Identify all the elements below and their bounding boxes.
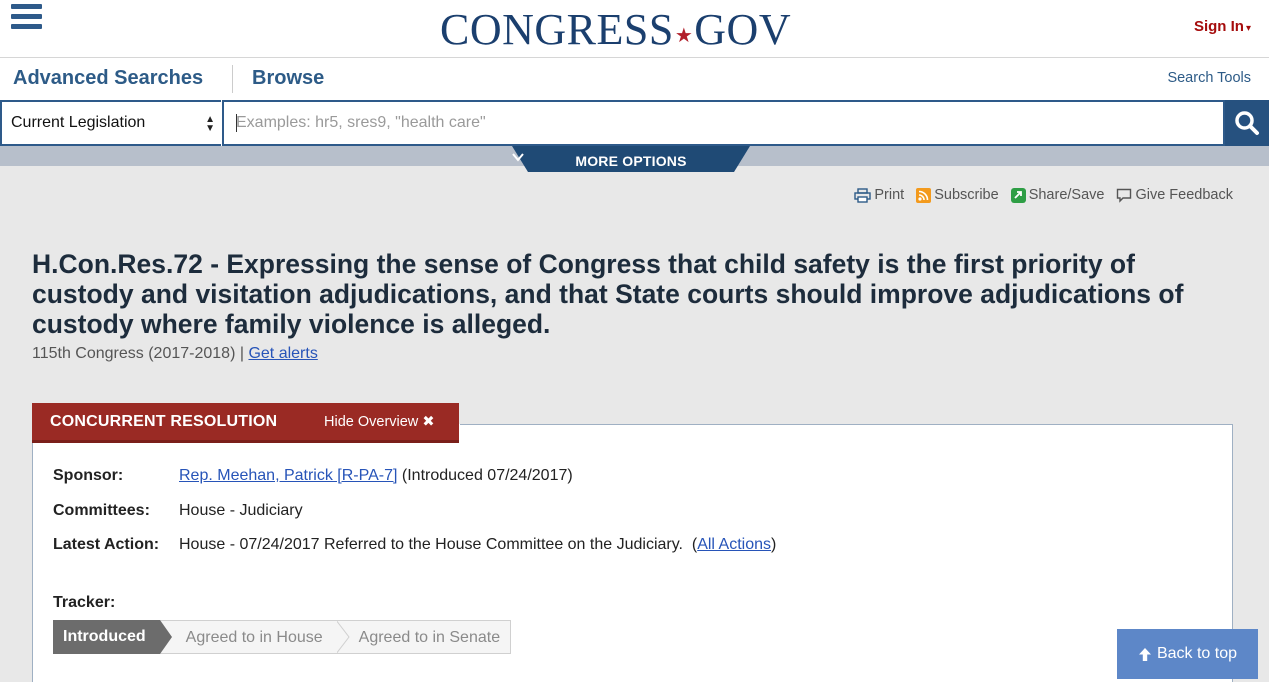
- tracker-step-agreed-senate: Agreed to in Senate: [336, 620, 512, 654]
- more-options-button[interactable]: MORE OPTIONS: [512, 146, 750, 172]
- committees-label: Committees:: [53, 502, 150, 519]
- nav-advanced-searches[interactable]: Advanced Searches: [13, 67, 203, 90]
- logo-suffix-text: GOV: [694, 5, 792, 54]
- search-tools-link[interactable]: Search Tools: [1167, 70, 1251, 86]
- rss-icon: [916, 187, 932, 203]
- search-scope-value: Current Legislation: [11, 114, 146, 131]
- hide-overview-label: Hide Overview: [324, 414, 419, 430]
- chevron-down-icon: [512, 153, 524, 162]
- congress-label: 115th Congress (2017-2018): [32, 345, 236, 362]
- sponsor-introduced: (Introduced 07/24/2017): [401, 467, 573, 484]
- latest-action-label: Latest Action:: [53, 536, 160, 553]
- tracker-arrow: [159, 620, 172, 654]
- text-cursor: [236, 114, 237, 132]
- tracker-step-introduced: Introduced: [53, 620, 172, 654]
- search-scope-select[interactable]: Current Legislation ▲ ▼: [0, 100, 221, 146]
- subscribe-button[interactable]: Subscribe: [916, 187, 999, 203]
- legislation-type: CONCURRENT RESOLUTION: [50, 413, 278, 430]
- committees-value: House - Judiciary: [179, 502, 303, 519]
- select-arrows-icon: ▲ ▼: [205, 114, 215, 134]
- give-feedback-button[interactable]: Give Feedback: [1116, 187, 1233, 203]
- congress-session: 115th Congress (2017-2018) | Get alerts: [32, 345, 318, 363]
- tracker-step-label: Agreed to in House: [185, 629, 323, 646]
- sponsor-label: Sponsor:: [53, 467, 124, 484]
- search-input[interactable]: [222, 100, 1225, 146]
- caret-down-icon: ▾: [1245, 23, 1251, 34]
- nav-browse[interactable]: Browse: [252, 67, 324, 90]
- site-header: CONGRESS★GOV Sign In ▾: [0, 0, 1269, 58]
- share-save-button[interactable]: Share/Save: [1010, 187, 1105, 203]
- overview-top-border: [460, 424, 1232, 425]
- share-save-label: Share/Save: [1028, 187, 1105, 203]
- search-bar: Current Legislation ▲ ▼: [0, 100, 1269, 146]
- tracker-label: Tracker:: [53, 594, 116, 611]
- latest-action-text: House - 07/24/2017 Referred to the House…: [179, 536, 683, 553]
- search-icon: [1235, 111, 1259, 135]
- all-actions-link[interactable]: All Actions: [697, 536, 771, 553]
- give-feedback-label: Give Feedback: [1135, 187, 1233, 203]
- close-icon: ✖: [422, 414, 435, 430]
- latest-action-value: House - 07/24/2017 Referred to the House…: [179, 536, 776, 554]
- all-actions-paren-close: ): [771, 536, 777, 553]
- sign-in-button[interactable]: Sign In ▾: [1194, 18, 1251, 35]
- tracker-step-agreed-house: Agreed to in House: [159, 620, 350, 654]
- site-logo[interactable]: CONGRESS★GOV: [440, 4, 791, 55]
- congress-separator: |: [239, 345, 244, 362]
- tracker-step-label: Introduced: [63, 628, 146, 645]
- back-to-top-button[interactable]: Back to top: [1117, 629, 1258, 679]
- printer-icon: [854, 187, 872, 203]
- hide-overview-button[interactable]: Hide Overview ✖: [324, 414, 434, 430]
- search-button[interactable]: [1225, 100, 1269, 146]
- overview-tab: CONCURRENT RESOLUTION Hide Overview ✖: [32, 403, 459, 443]
- page-tools: Print Subscribe Share/Save Give Feedback: [854, 187, 1233, 203]
- overview-panel: Sponsor: Rep. Meehan, Patrick [R-PA-7] (…: [32, 424, 1233, 682]
- sponsor-value: Rep. Meehan, Patrick [R-PA-7] (Introduce…: [179, 467, 573, 485]
- get-alerts-link[interactable]: Get alerts: [248, 345, 317, 362]
- logo-main-text: CONGRESS: [440, 5, 674, 54]
- print-button[interactable]: Print: [854, 187, 904, 203]
- sponsor-link[interactable]: Rep. Meehan, Patrick [R-PA-7]: [179, 467, 397, 484]
- tracker-arrow: [335, 620, 350, 654]
- nav-divider: [232, 65, 233, 93]
- subscribe-label: Subscribe: [934, 187, 999, 203]
- speech-bubble-icon: [1117, 188, 1132, 203]
- back-to-top-label: Back to top: [1156, 645, 1238, 662]
- logo-star-icon: ★: [674, 25, 694, 47]
- menu-icon[interactable]: [11, 4, 42, 30]
- arrow-up-icon: [1138, 647, 1151, 661]
- more-options-label: MORE OPTIONS: [575, 153, 687, 169]
- status-tracker: Introduced Agreed to in House Agreed to …: [53, 620, 512, 654]
- tracker-step-label: Agreed to in Senate: [358, 629, 501, 646]
- page-title: H.Con.Res.72 - Expressing the sense of C…: [32, 249, 1184, 339]
- sign-in-label: Sign In: [1193, 18, 1244, 35]
- main-nav: Advanced Searches Browse Search Tools: [0, 58, 1269, 100]
- share-icon: [1010, 187, 1026, 203]
- print-label: Print: [874, 187, 905, 203]
